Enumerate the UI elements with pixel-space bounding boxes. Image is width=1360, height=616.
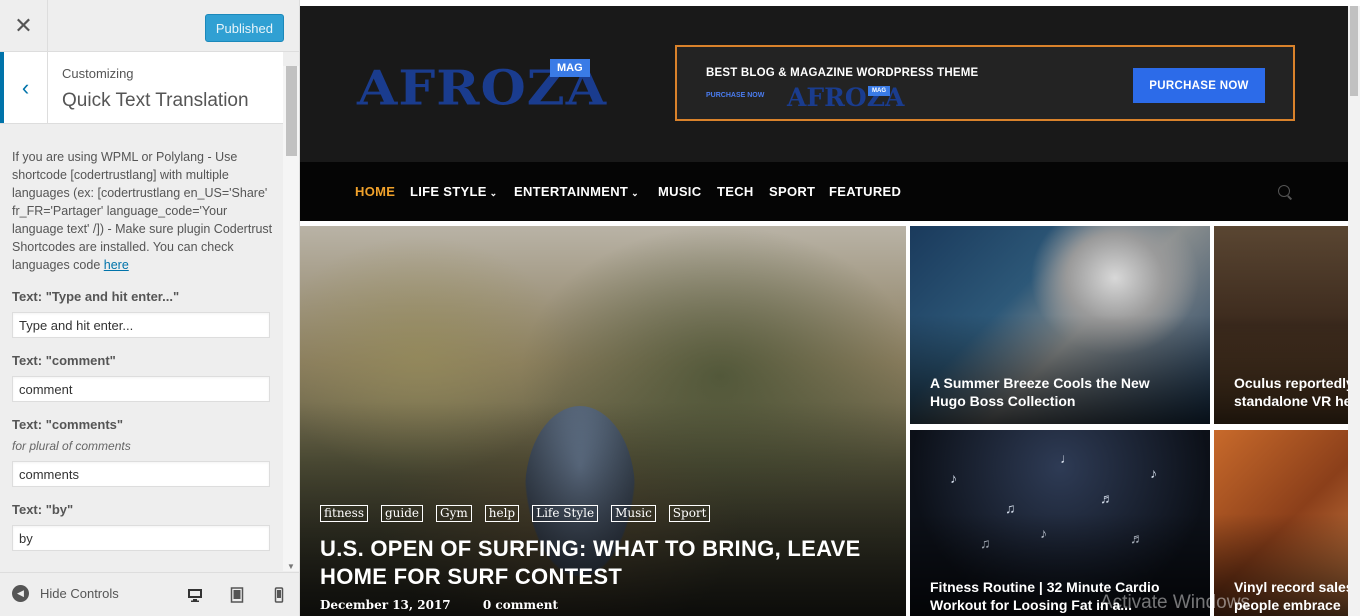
section-description: If you are using WPML or Polylang - Use …	[12, 150, 273, 272]
sidebar-scrollbar[interactable]: ▼	[283, 66, 299, 571]
main-navigation: HOME LIFE STYLE ⌄ ENTERTAINMENT ⌄ MUSIC TE…	[300, 162, 1348, 221]
nav-item-sport[interactable]: SPORT	[769, 184, 815, 199]
nav-item-entertainment[interactable]: ENTERTAINMENT ⌄	[514, 184, 639, 199]
control-label: Text: "by"	[12, 502, 74, 517]
post-comment-count[interactable]: 0 comment	[483, 598, 558, 612]
text-comment-input[interactable]	[12, 376, 270, 402]
tag-life-style[interactable]: Life Style	[532, 505, 599, 522]
logo-badge: MAG	[550, 59, 590, 77]
hero-tags: fitness guide Gym help Life Style Music …	[320, 505, 723, 522]
nav-item-home[interactable]: HOME	[355, 184, 395, 199]
control-label: Text: "Type and hit enter..."	[12, 289, 180, 304]
tag-fitness[interactable]: fitness	[320, 505, 368, 522]
post-tile[interactable]: A Summer Breeze Cools the New Hugo Boss …	[910, 226, 1210, 424]
site-preview: AFROZA MAG BEST BLOG & MAGAZINE WORDPRES…	[300, 0, 1360, 616]
customizing-label: Customizing	[62, 66, 134, 81]
nav-item-featured[interactable]: FEATURED	[829, 184, 901, 199]
post-tile-title[interactable]: A Summer Breeze Cools the New Hugo Boss …	[930, 374, 1190, 410]
section-name: Quick Text Translation	[62, 90, 249, 111]
nav-item-life-style[interactable]: LIFE STYLE ⌄	[410, 184, 498, 199]
text-comments-input[interactable]	[12, 461, 270, 487]
customizer-sidebar: ✕ Published ‹ Customizing Quick Text Tra…	[0, 0, 300, 616]
post-tile[interactable]: Oculus reportedly standalone VR he	[1214, 226, 1360, 424]
mobile-preview-icon[interactable]	[271, 587, 287, 603]
close-customizer-button[interactable]: ✕	[0, 0, 48, 52]
header-ad-banner[interactable]: BEST BLOG & MAGAZINE WORDPRESS THEME PUR…	[675, 45, 1295, 121]
nav-item-music[interactable]: MUSIC	[658, 184, 701, 199]
control-label: Text: "comment"	[12, 353, 116, 368]
controls-panel: If you are using WPML or Polylang - Use …	[12, 148, 274, 551]
preview-scroll-thumb[interactable]	[1350, 6, 1358, 96]
post-tile-title[interactable]: Oculus reportedly standalone VR he	[1234, 374, 1360, 410]
preview-scrollbar[interactable]	[1348, 6, 1360, 616]
close-icon: ✕	[14, 13, 33, 38]
chevron-down-icon: ⌄	[631, 188, 639, 198]
chevron-left-icon: ‹	[21, 74, 30, 100]
windows-activation-watermark: Activate Windows	[1100, 592, 1250, 613]
featured-post-hero[interactable]: fitness guide Gym help Life Style Music …	[300, 226, 906, 616]
post-tile[interactable]: ♪ ♫ ♩ ♬ ♪ ♫ ♪ ♬ Fitness Routine | 32 Min…	[910, 430, 1210, 616]
desktop-preview-icon[interactable]	[187, 587, 203, 603]
banner-subtext: PURCHASE NOW	[706, 92, 765, 99]
banner-logo-badge: MAG	[868, 86, 890, 96]
collapse-arrow-icon: ◀	[12, 585, 29, 602]
text-by-input[interactable]	[12, 525, 270, 551]
hide-controls-label: Hide Controls	[40, 586, 119, 601]
hero-post-meta: December 13, 2017 0 comment	[320, 598, 586, 612]
post-tile-title[interactable]: Vinyl record sales people embrace	[1234, 578, 1360, 614]
chevron-down-icon: ⌄	[489, 188, 498, 198]
back-button[interactable]: ‹	[0, 52, 48, 123]
tag-guide[interactable]: guide	[380, 505, 424, 522]
tag-sport[interactable]: Sport	[668, 505, 711, 522]
languages-code-link[interactable]: here	[104, 258, 129, 272]
customizer-footer: ◀ Hide Controls	[0, 572, 299, 616]
control-label: Text: "comments"	[12, 417, 124, 432]
publish-button[interactable]: Published	[204, 14, 284, 42]
purchase-now-button[interactable]: PURCHASE NOW	[1133, 68, 1265, 103]
scroll-down-arrow-icon[interactable]: ▼	[287, 562, 295, 571]
nav-item-tech[interactable]: TECH	[717, 184, 754, 199]
site-header: AFROZA MAG BEST BLOG & MAGAZINE WORDPRES…	[300, 6, 1348, 162]
customizer-header: ✕ Published	[0, 0, 299, 52]
search-icon[interactable]	[1278, 185, 1290, 197]
post-tile[interactable]: Vinyl record sales people embrace	[1214, 430, 1360, 616]
section-title-bar: ‹ Customizing Quick Text Translation	[0, 52, 283, 124]
hero-post-title[interactable]: U.S. OPEN OF SURFING: WHAT TO BRING, LEA…	[320, 535, 900, 591]
banner-headline: BEST BLOG & MAGAZINE WORDPRESS THEME	[706, 67, 979, 79]
tag-music[interactable]: Music	[611, 505, 656, 522]
tag-gym[interactable]: Gym	[436, 505, 472, 522]
tablet-preview-icon[interactable]	[229, 587, 245, 603]
post-date: December 13, 2017	[320, 598, 451, 612]
text-type-hit-enter-input[interactable]	[12, 312, 270, 338]
tag-help[interactable]: help	[484, 505, 520, 522]
hide-controls-button[interactable]: ◀ Hide Controls	[12, 585, 119, 602]
control-note: for plural of comments	[12, 439, 131, 453]
sidebar-scroll-thumb[interactable]	[286, 66, 297, 156]
